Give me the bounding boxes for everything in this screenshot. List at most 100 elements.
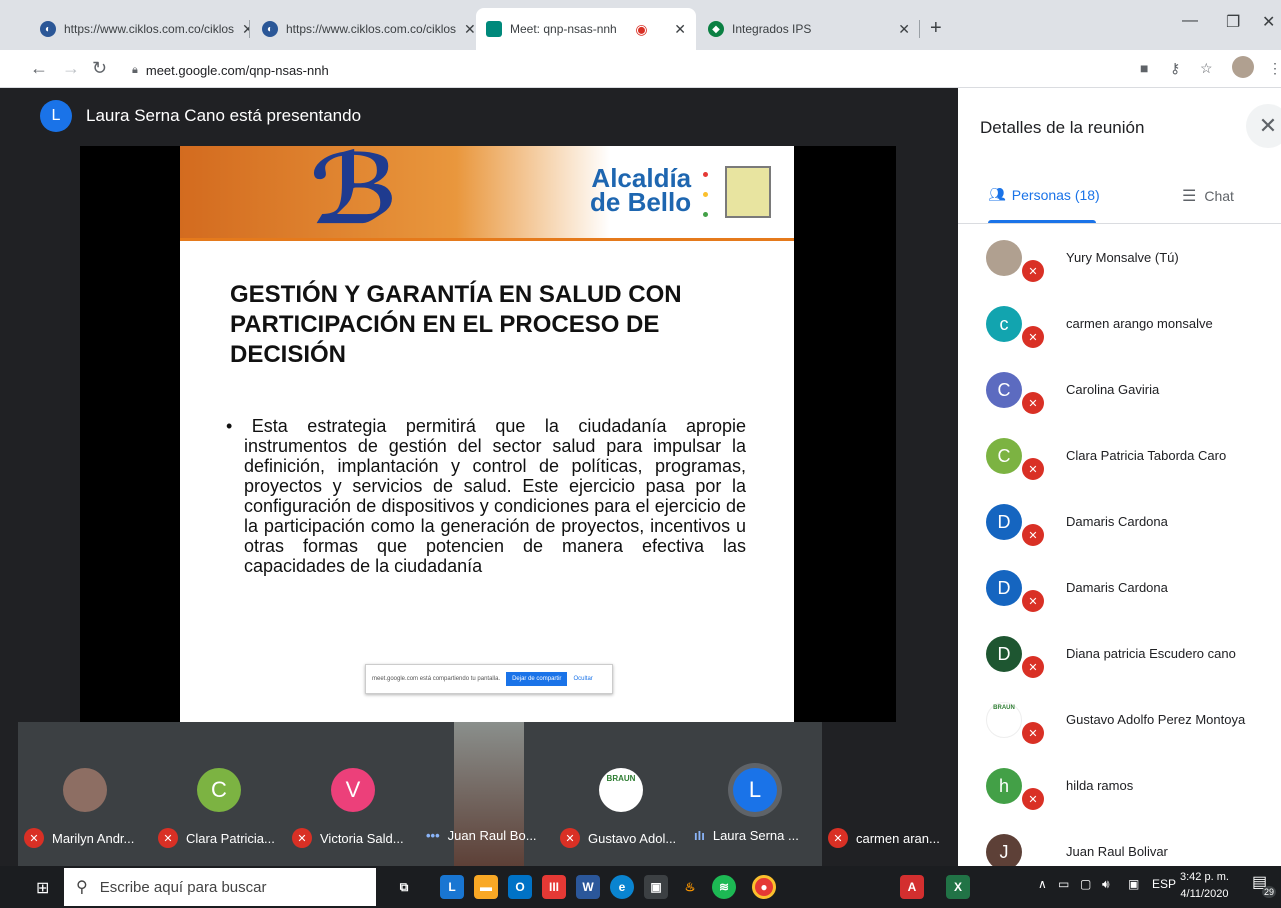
app-l-icon[interactable]: L — [440, 875, 464, 899]
list-item[interactable]: c ✕ carmen arango monsalve — [958, 294, 1281, 360]
list-item[interactable]: BRAUN ✕ Gustavo Adolfo Perez Montoya — [958, 690, 1281, 756]
tray-up-icon[interactable]: ∧ — [1038, 877, 1047, 891]
share-message: meet.google.com está compartiendo tu pan… — [372, 676, 501, 682]
profile-avatar[interactable] — [1232, 56, 1254, 78]
app-flame-icon[interactable]: ♨ — [678, 875, 702, 899]
forward-icon[interactable]: → — [62, 58, 80, 79]
window-close-icon[interactable]: ✕ — [1262, 12, 1275, 32]
avatar: D — [986, 636, 1022, 672]
back-icon[interactable]: ← — [30, 58, 48, 79]
new-tab-icon[interactable]: + — [930, 17, 942, 40]
recording-dot-icon: ◉ — [635, 20, 648, 37]
list-item[interactable]: D ✕ Diana patricia Escudero cano — [958, 624, 1281, 690]
avatar: C — [986, 438, 1022, 474]
list-item[interactable]: J Juan Raul Bolivar — [958, 822, 1281, 866]
mic-off-icon: ✕ — [1022, 392, 1044, 414]
language-indicator[interactable]: ESP — [1152, 877, 1176, 891]
store-icon[interactable]: ▣ — [644, 875, 668, 899]
tab-people[interactable]: 👥︎ Personas (18) — [988, 186, 1100, 203]
participant-tile[interactable]: V ✕ Victoria Sald... — [286, 722, 420, 866]
avatar: h — [986, 768, 1022, 804]
browser-tab-integrados[interactable]: ◆ Integrados IPS ✕ — [698, 8, 920, 50]
mic-off-icon: ✕ — [1022, 656, 1044, 678]
avatar: D — [986, 504, 1022, 540]
participant-tile[interactable]: ✕ carmen aran... — [822, 722, 958, 866]
reload-icon[interactable]: ↻ — [92, 58, 107, 79]
list-item[interactable]: D ✕ Damaris Cardona — [958, 558, 1281, 624]
word-icon[interactable]: W — [576, 875, 600, 899]
url-text: meet.google.com/qnp-nsas-nnh — [145, 62, 329, 78]
stop-sharing-button[interactable]: Dejar de compartir — [506, 672, 568, 686]
presenter-text: Laura Serna Cano está presentando — [86, 106, 362, 125]
mic-off-icon: ✕ — [1022, 788, 1044, 810]
acrobat-icon[interactable]: A — [900, 875, 924, 899]
avatar: c — [986, 306, 1022, 342]
list-item[interactable]: C ✕ Carolina Gaviria — [958, 360, 1281, 426]
bello-logo-icon: ℬ — [310, 146, 400, 246]
participant-tile[interactable]: L ıIı Laura Serna ... — [688, 722, 822, 866]
close-tab-icon[interactable]: ✕ — [456, 21, 474, 38]
more-icon[interactable]: ••• — [426, 828, 440, 843]
tab-title: Integrados IPS — [732, 22, 812, 36]
slide-title: GESTIÓN Y GARANTÍA EN SALUD CON PARTICIP… — [230, 281, 682, 368]
avatar: V — [331, 768, 375, 812]
list-item[interactable]: C ✕ Clara Patricia Taborda Caro — [958, 426, 1281, 492]
edge-icon[interactable]: e — [610, 875, 634, 899]
browser-tab-meet[interactable]: Meet: qnp-nsas-nnh ◉ ✕ — [476, 8, 696, 50]
camera-icon[interactable]: ■ — [1140, 60, 1148, 76]
windows-start-icon[interactable]: ⊞ — [36, 878, 49, 898]
ciklos-favicon-icon: ◐ — [262, 21, 278, 37]
avatar: C — [986, 372, 1022, 408]
mic-off-icon: ✕ — [1022, 326, 1044, 348]
taskbar-search[interactable]: ⚲ Escribe aquí para buscar — [64, 868, 376, 906]
close-tab-icon[interactable]: ✕ — [234, 21, 250, 38]
participant-tile[interactable]: C ✕ Clara Patricia... — [152, 722, 286, 866]
list-item[interactable]: h ✕ hilda ramos — [958, 756, 1281, 822]
lock-icon: 🔒︎ — [132, 63, 138, 76]
windows-taskbar: ⊞ ⚲ Escribe aquí para buscar ⧉ L ▬ O III… — [0, 866, 1281, 908]
close-tab-icon[interactable]: ✕ — [890, 21, 910, 38]
mic-off-icon: ✕ — [1022, 722, 1044, 744]
close-panel-icon[interactable]: ✕ — [1246, 104, 1281, 148]
excel-icon[interactable]: X — [946, 875, 970, 899]
participant-name: Juan Raul Bo... — [447, 828, 537, 843]
brand-dots-icon — [702, 164, 708, 224]
mic-off-icon: ✕ — [1022, 260, 1044, 282]
app-red-icon[interactable]: III — [542, 875, 566, 899]
spotify-icon[interactable]: ≋ — [712, 875, 736, 899]
tray-network-icon[interactable]: ▭ — [1058, 877, 1069, 891]
participant-strip: ✕ Marilyn Andr... C ✕ Clara Patricia... V … — [18, 722, 958, 866]
tray-display-icon[interactable]: ▢ — [1080, 877, 1091, 891]
menu-icon[interactable]: ⋮ — [1268, 60, 1281, 77]
restore-icon[interactable]: ❐ — [1226, 12, 1240, 32]
list-item[interactable]: ✕ Yury Monsalve (Tú) — [958, 228, 1281, 294]
tab-title: Meet: qnp-nsas-nnh — [510, 22, 617, 36]
list-item[interactable]: D ✕ Damaris Cardona — [958, 492, 1281, 558]
participant-tile[interactable]: BRAUN ✕ Gustavo Adol... — [554, 722, 688, 866]
browser-tab-1[interactable]: ◐ https://www.ciklos.com.co/ciklos ✕ — [30, 8, 250, 50]
alcaldia-brand: Alcaldía de Bello — [590, 163, 692, 217]
hide-button[interactable]: Ocultar — [573, 676, 592, 682]
task-view-icon[interactable]: ⧉ — [392, 875, 416, 899]
url-field[interactable]: 🔒︎ meet.google.com/qnp-nsas-nnh — [120, 57, 1210, 83]
participant-tile[interactable]: ••• Juan Raul Bo... — [420, 722, 554, 866]
browser-tab-2[interactable]: ◐ https://www.ciklos.com.co/ciklos ✕ — [252, 8, 474, 50]
tray-app-icon[interactable]: ▣ — [1128, 877, 1139, 891]
chrome-icon[interactable]: ● — [752, 875, 776, 899]
search-icon: ⚲ — [76, 879, 88, 896]
tab-chat[interactable]: ☰ Chat — [1182, 186, 1234, 206]
notification-count-badge: 29 — [1262, 886, 1277, 898]
outlook-icon[interactable]: O — [508, 875, 532, 899]
tab-title: https://www.ciklos.com.co/ciklos — [64, 22, 235, 36]
screen-share-bar: meet.google.com está compartiendo tu pan… — [365, 664, 613, 694]
taskbar-clock[interactable]: 3:42 p. m. 4/11/2020 — [1180, 869, 1229, 903]
minimize-icon[interactable]: — — [1182, 12, 1198, 30]
panel-tabs: 👥︎ Personas (18) ☰ Chat — [958, 178, 1281, 224]
meeting-stage: L Laura Serna Cano está presentando ℬ Al… — [18, 88, 958, 866]
volume-icon[interactable]: 🔊︎ — [1102, 877, 1110, 892]
star-icon[interactable]: ☆ — [1200, 60, 1213, 77]
key-icon[interactable]: ⚷ — [1170, 60, 1180, 77]
file-explorer-icon[interactable]: ▬ — [474, 875, 498, 899]
close-tab-icon[interactable]: ✕ — [666, 21, 686, 38]
participant-tile[interactable]: ✕ Marilyn Andr... — [18, 722, 152, 866]
